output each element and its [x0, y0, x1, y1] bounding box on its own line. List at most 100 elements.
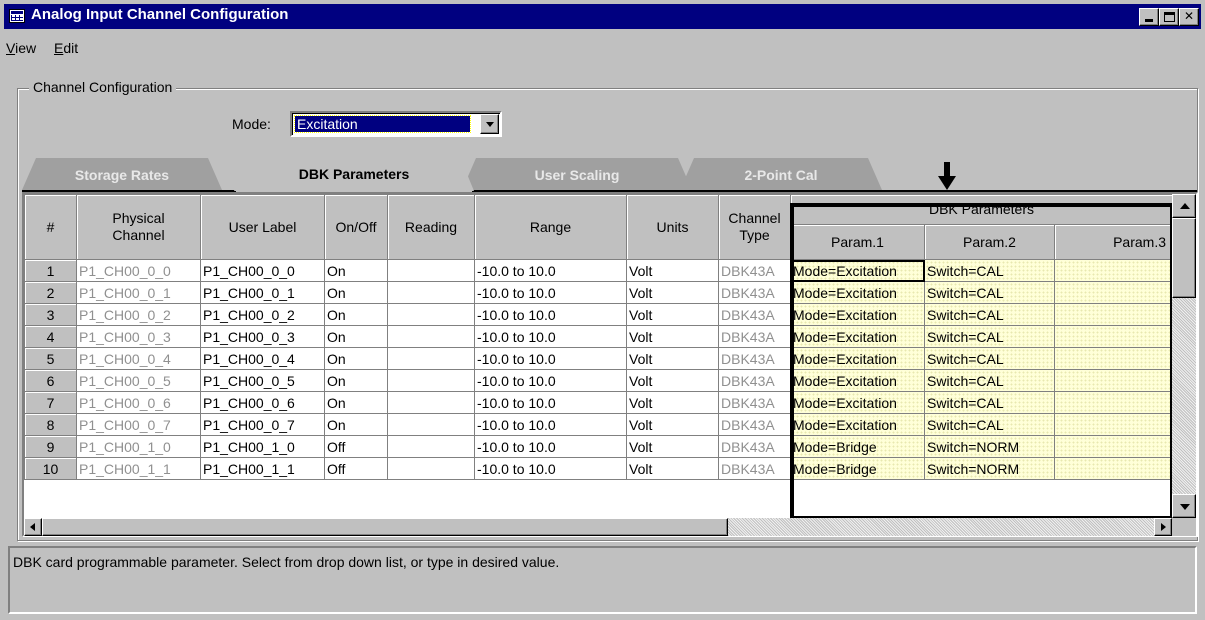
- mode-value[interactable]: Excitation: [294, 115, 471, 133]
- param-2-cell[interactable]: Switch=CAL: [924, 303, 1055, 326]
- range-cell[interactable]: -10.0 to 10.0: [474, 369, 627, 392]
- header-reading[interactable]: Reading: [387, 194, 475, 260]
- header-units[interactable]: Units: [626, 194, 719, 260]
- units-cell[interactable]: Volt: [626, 391, 719, 414]
- on-off-cell[interactable]: Off: [324, 457, 388, 480]
- user-label-cell[interactable]: P1_CH00_0_4: [200, 347, 325, 370]
- user-label-cell[interactable]: P1_CH00_0_1: [200, 281, 325, 304]
- range-cell[interactable]: -10.0 to 10.0: [474, 303, 627, 326]
- row-number-cell[interactable]: 6: [24, 369, 77, 392]
- table-row[interactable]: 9 P1_CH00_1_0 P1_CH00_1_0 Off -10.0 to 10.0 V…: [24, 435, 1173, 458]
- header-physical-channel[interactable]: Physical Channel: [76, 194, 201, 260]
- range-cell[interactable]: -10.0 to 10.0: [474, 281, 627, 304]
- header-range[interactable]: Range: [474, 194, 627, 260]
- table-row[interactable]: 6 P1_CH00_0_5 P1_CH00_0_5 On -10.0 to 10.0 Vo…: [24, 369, 1173, 392]
- header-num[interactable]: #: [24, 194, 77, 260]
- close-button[interactable]: ✕: [1179, 8, 1199, 26]
- table-row[interactable]: 2 P1_CH00_0_1 P1_CH00_0_1 On -10.0 to 10.0 Vo…: [24, 281, 1173, 304]
- param-2-cell[interactable]: Switch=CAL: [924, 391, 1055, 414]
- range-cell[interactable]: -10.0 to 10.0: [474, 391, 627, 414]
- param-3-cell[interactable]: [1054, 435, 1173, 458]
- on-off-cell[interactable]: On: [324, 391, 388, 414]
- user-label-cell[interactable]: P1_CH00_0_3: [200, 325, 325, 348]
- units-cell[interactable]: Volt: [626, 281, 719, 304]
- tab-2-point-cal[interactable]: 2-Point Cal: [680, 158, 882, 190]
- param-3-cell[interactable]: [1054, 281, 1173, 304]
- menu-edit[interactable]: Edit: [54, 40, 78, 56]
- table-row[interactable]: 7 P1_CH00_0_6 P1_CH00_0_6 On -10.0 to 10.0 Vo…: [24, 391, 1173, 414]
- param-1-cell[interactable]: Mode=Bridge: [790, 457, 925, 480]
- menu-view[interactable]: View: [6, 40, 36, 56]
- units-cell[interactable]: Volt: [626, 457, 719, 480]
- row-number-cell[interactable]: 7: [24, 391, 77, 414]
- param-3-cell[interactable]: [1054, 391, 1173, 414]
- row-number-cell[interactable]: 5: [24, 347, 77, 370]
- row-number-cell[interactable]: 2: [24, 281, 77, 304]
- param-3-cell[interactable]: [1054, 347, 1173, 370]
- param-1-cell[interactable]: Mode=Bridge: [790, 435, 925, 458]
- tab-dbk-parameters[interactable]: DBK Parameters: [234, 157, 474, 191]
- header-dbk-parameters[interactable]: DBK Parameters: [790, 194, 1173, 225]
- range-cell[interactable]: -10.0 to 10.0: [474, 413, 627, 436]
- on-off-cell[interactable]: On: [324, 303, 388, 326]
- param-2-cell[interactable]: Switch=CAL: [924, 281, 1055, 304]
- user-label-cell[interactable]: P1_CH00_0_7: [200, 413, 325, 436]
- param-3-cell[interactable]: [1054, 303, 1173, 326]
- on-off-cell[interactable]: On: [324, 347, 388, 370]
- param-2-cell[interactable]: Switch=CAL: [924, 325, 1055, 348]
- row-number-cell[interactable]: 9: [24, 435, 77, 458]
- header-on-off[interactable]: On/Off: [324, 194, 388, 260]
- row-number-cell[interactable]: 10: [24, 457, 77, 480]
- header-param-1[interactable]: Param.1: [790, 224, 925, 260]
- param-2-cell[interactable]: Switch=CAL: [924, 413, 1055, 436]
- units-cell[interactable]: Volt: [626, 303, 719, 326]
- tab-user-scaling[interactable]: User Scaling: [462, 158, 692, 190]
- table-row[interactable]: 3 P1_CH00_0_2 P1_CH00_0_2 On -10.0 to 10.0 Vo…: [24, 303, 1173, 326]
- param-3-cell[interactable]: [1054, 457, 1173, 480]
- range-cell[interactable]: -10.0 to 10.0: [474, 457, 627, 480]
- param-1-cell[interactable]: Mode=Excitation: [790, 259, 925, 282]
- maximize-button[interactable]: [1159, 8, 1179, 26]
- on-off-cell[interactable]: On: [324, 325, 388, 348]
- horizontal-scrollbar[interactable]: [24, 518, 1172, 536]
- param-3-cell[interactable]: [1054, 413, 1173, 436]
- units-cell[interactable]: Volt: [626, 347, 719, 370]
- units-cell[interactable]: Volt: [626, 325, 719, 348]
- grid-window-icon[interactable]: [9, 9, 25, 23]
- param-1-cell[interactable]: Mode=Excitation: [790, 281, 925, 304]
- table-row[interactable]: 8 P1_CH00_0_7 P1_CH00_0_7 On -10.0 to 10.0 Vo…: [24, 413, 1173, 436]
- param-3-cell[interactable]: [1054, 325, 1173, 348]
- param-2-cell[interactable]: Switch=CAL: [924, 347, 1055, 370]
- param-2-cell[interactable]: Switch=NORM: [924, 457, 1055, 480]
- mode-dropdown-button[interactable]: [480, 114, 499, 134]
- on-off-cell[interactable]: On: [324, 259, 388, 282]
- minimize-button[interactable]: [1139, 8, 1159, 26]
- on-off-cell[interactable]: Off: [324, 435, 388, 458]
- param-1-cell[interactable]: Mode=Excitation: [790, 413, 925, 436]
- header-user-label[interactable]: User Label: [200, 194, 325, 260]
- row-number-cell[interactable]: 4: [24, 325, 77, 348]
- vertical-scroll-thumb[interactable]: [1172, 218, 1196, 298]
- row-number-cell[interactable]: 3: [24, 303, 77, 326]
- header-param-2[interactable]: Param.2: [924, 224, 1055, 260]
- row-number-cell[interactable]: 1: [24, 259, 77, 282]
- param-1-cell[interactable]: Mode=Excitation: [790, 325, 925, 348]
- table-row[interactable]: 5 P1_CH00_0_4 P1_CH00_0_4 On -10.0 to 10.0 Vo…: [24, 347, 1173, 370]
- param-1-cell[interactable]: Mode=Excitation: [790, 347, 925, 370]
- user-label-cell[interactable]: P1_CH00_0_6: [200, 391, 325, 414]
- channel-grid[interactable]: # Physical Channel User Label On/Off Rea…: [22, 192, 1198, 537]
- header-channel-type[interactable]: Channel Type: [718, 194, 791, 260]
- param-1-cell[interactable]: Mode=Excitation: [790, 391, 925, 414]
- range-cell[interactable]: -10.0 to 10.0: [474, 325, 627, 348]
- vertical-scrollbar[interactable]: [1172, 194, 1196, 518]
- param-2-cell[interactable]: Switch=CAL: [924, 259, 1055, 282]
- user-label-cell[interactable]: P1_CH00_1_1: [200, 457, 325, 480]
- param-1-cell[interactable]: Mode=Excitation: [790, 303, 925, 326]
- user-label-cell[interactable]: P1_CH00_1_0: [200, 435, 325, 458]
- table-row[interactable]: 10 P1_CH00_1_1 P1_CH00_1_1 Off -10.0 to 10.0…: [24, 457, 1173, 480]
- param-3-cell[interactable]: [1054, 369, 1173, 392]
- units-cell[interactable]: Volt: [626, 435, 719, 458]
- units-cell[interactable]: Volt: [626, 259, 719, 282]
- title-bar[interactable]: Analog Input Channel Configuration ✕: [4, 4, 1201, 29]
- on-off-cell[interactable]: On: [324, 413, 388, 436]
